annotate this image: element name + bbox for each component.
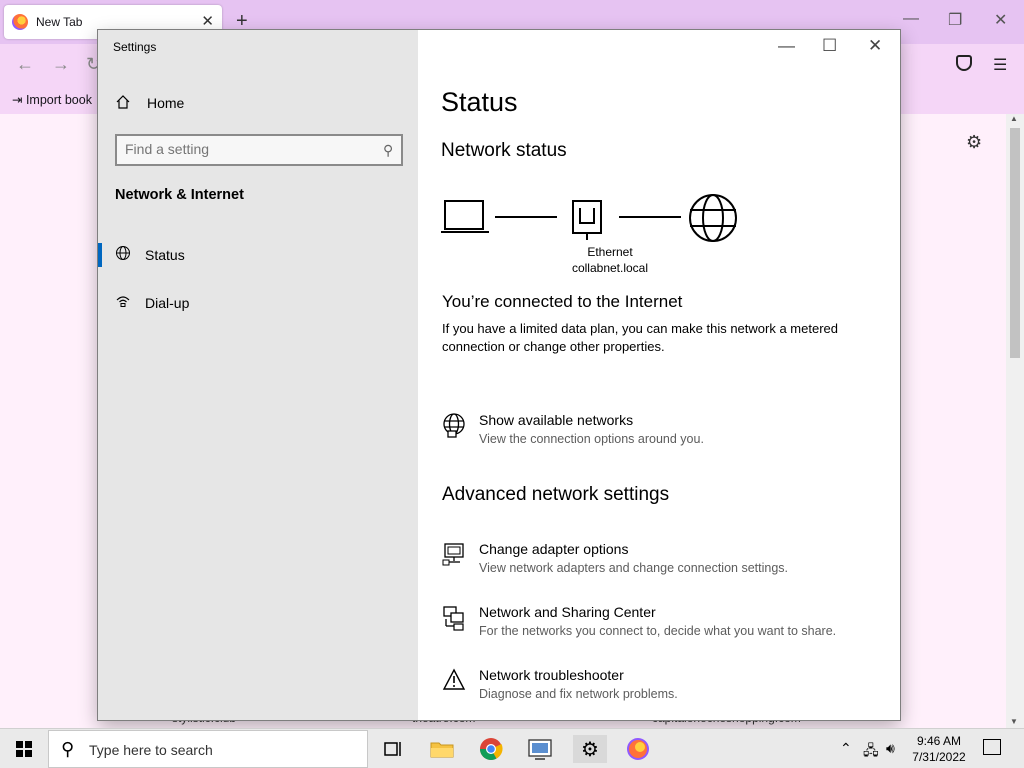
home-icon	[116, 95, 130, 109]
search-icon: ⚲	[382, 142, 393, 158]
import-bookmarks-button[interactable]: ⇥ Import book	[12, 92, 92, 107]
sidebar-item-label: Status	[145, 247, 185, 263]
network-label: Ethernet collabnet.local	[550, 244, 670, 276]
page-title: Status	[441, 87, 518, 117]
network-diagram: Ethernet collabnet.local	[440, 190, 770, 300]
pocket-icon[interactable]	[956, 55, 972, 71]
tab-title: New Tab	[36, 15, 83, 29]
ethernet-icon	[572, 200, 602, 240]
network-app-icon[interactable]	[525, 735, 555, 763]
row-title: Network and Sharing Center	[479, 604, 656, 620]
close-icon[interactable]: ✕	[868, 36, 882, 56]
taskbar-search[interactable]: ⚲ Type here to search	[48, 730, 368, 768]
network-sharing-center-link[interactable]: Network and Sharing Center For the netwo…	[442, 604, 882, 648]
advanced-heading: Advanced network settings	[442, 484, 670, 505]
firefox-icon	[12, 14, 28, 30]
scrollbar[interactable]: ▲ ▼	[1006, 114, 1024, 728]
clock-time: 9:46 AM	[916, 734, 962, 748]
close-window-icon[interactable]: ✕	[994, 10, 1007, 30]
window-title: Settings	[113, 40, 157, 54]
windows-start-icon[interactable]	[16, 741, 32, 757]
minimize-icon[interactable]: —	[903, 10, 919, 28]
menu-icon[interactable]: ☰	[993, 55, 1007, 75]
maximize-icon[interactable]: ☐	[822, 36, 837, 56]
scroll-up-icon[interactable]: ▲	[1010, 114, 1018, 123]
chevron-up-icon[interactable]: ⌃	[840, 740, 852, 757]
settings-gear-icon[interactable]: ⚙	[573, 735, 607, 763]
settings-sidebar: Settings Home ⚲ Network & Internet Statu…	[98, 30, 418, 720]
sidebar-item-status[interactable]: Status	[98, 235, 418, 275]
close-tab-icon[interactable]: ✕	[201, 12, 214, 30]
laptop-icon	[441, 200, 489, 233]
show-available-networks-link[interactable]: Show available networks View the connect…	[442, 412, 882, 456]
network-name: collabnet.local	[571, 261, 649, 275]
file-explorer-icon[interactable]	[427, 735, 457, 763]
restore-icon[interactable]: ❐	[948, 10, 962, 30]
network-troubleshooter-link[interactable]: Network troubleshooter Diagnose and fix …	[442, 667, 882, 711]
volume-icon[interactable]: 🔊︎	[886, 740, 895, 757]
search-icon: ⚲	[61, 739, 75, 759]
adapter-name: Ethernet	[587, 245, 633, 259]
globe-icon	[116, 246, 130, 260]
import-bookmarks-label: Import book	[25, 93, 92, 107]
taskbar: ⚲ Type here to search ⚙ ⌃ 🖧 🔊︎ 9:46 AM 7…	[0, 728, 1024, 768]
internet-globe-icon	[689, 194, 737, 242]
connected-description: If you have a limited data plan, you can…	[442, 321, 838, 354]
home-nav[interactable]: Home	[115, 94, 315, 114]
network-globe-icon	[443, 413, 465, 438]
notification-icon[interactable]	[983, 739, 1001, 755]
scroll-down-icon[interactable]: ▼	[1010, 717, 1018, 726]
chrome-icon[interactable]	[476, 735, 506, 763]
firefox-icon[interactable]	[623, 735, 653, 763]
row-subtitle: View network adapters and change connect…	[479, 561, 788, 575]
settings-main: — ☐ ✕ Status Network status Ethernet col…	[418, 30, 900, 720]
sidebar-item-label: Dial-up	[145, 295, 190, 311]
forward-arrow-icon[interactable]: →	[52, 54, 70, 75]
sidebar-item-dial-up[interactable]: Dial-up	[98, 283, 418, 323]
selected-indicator	[98, 243, 102, 267]
warning-triangle-icon	[442, 668, 466, 690]
row-subtitle: Diagnose and fix network problems.	[479, 687, 678, 701]
row-subtitle: For the networks you connect to, decide …	[479, 624, 837, 638]
back-arrow-icon[interactable]: ←	[16, 54, 34, 75]
row-subtitle: View the connection options around you.	[479, 432, 704, 446]
section-heading: Network & Internet	[115, 187, 244, 203]
change-adapter-options-link[interactable]: Change adapter options View network adap…	[442, 541, 882, 585]
settings-window: Settings Home ⚲ Network & Internet Statu…	[98, 30, 900, 720]
clock-date: 7/31/2022	[912, 750, 966, 764]
taskbar-search-placeholder: Type here to search	[89, 742, 213, 758]
row-title: Network troubleshooter	[479, 667, 624, 683]
connected-heading: You’re connected to the Internet	[442, 292, 683, 311]
adapter-monitor-icon	[442, 543, 464, 566]
gear-icon[interactable]: ⚙	[966, 132, 982, 153]
home-label: Home	[147, 95, 185, 111]
find-setting-search[interactable]: ⚲	[115, 134, 403, 166]
row-title: Change adapter options	[479, 541, 629, 557]
dial-up-icon	[116, 296, 130, 307]
minimize-icon[interactable]: —	[778, 36, 795, 56]
sharing-center-icon	[443, 606, 464, 631]
network-diagram-graphic	[441, 194, 737, 242]
task-view-icon[interactable]	[378, 735, 408, 763]
scrollbar-thumb[interactable]	[1010, 128, 1020, 358]
find-setting-input[interactable]	[125, 141, 365, 157]
row-title: Show available networks	[479, 412, 634, 428]
network-status-heading: Network status	[441, 140, 567, 161]
clock[interactable]: 9:46 AM 7/31/2022	[904, 733, 974, 765]
network-tray-icon[interactable]: 🖧	[863, 740, 879, 764]
